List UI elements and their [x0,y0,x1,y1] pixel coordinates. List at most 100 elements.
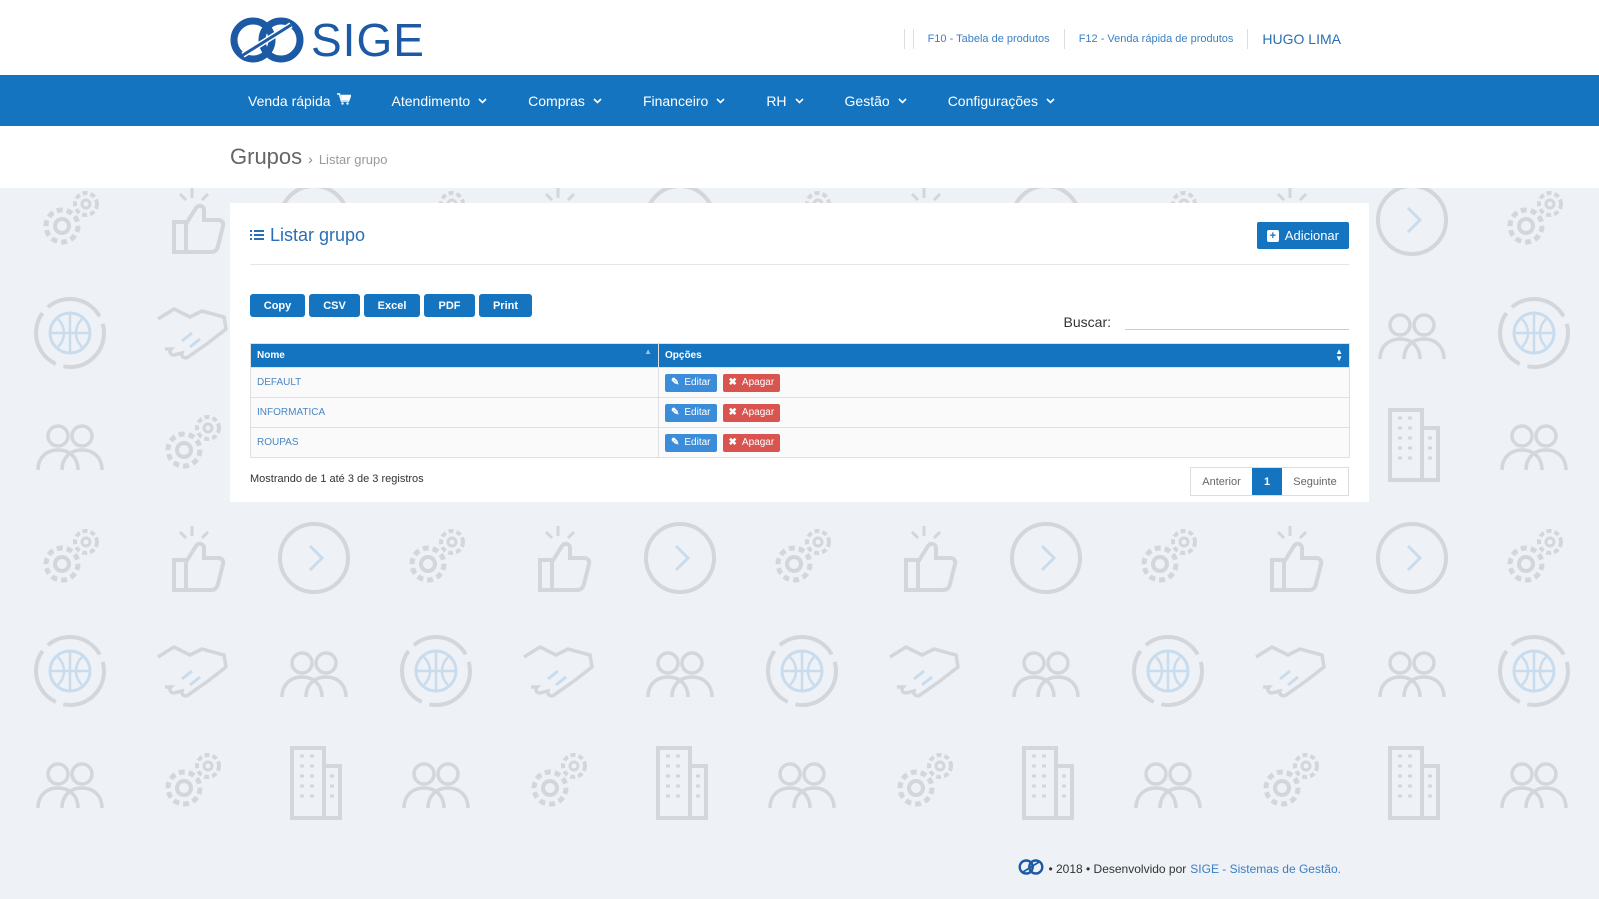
nav-item-configuracoes[interactable]: Configurações [948,93,1055,109]
page-title: Grupos [230,144,303,169]
delete-label: Apagar [741,377,775,388]
cell-nome[interactable]: INFORMATICA [250,397,659,428]
column-header-opcoes[interactable]: Opções ▲ ▼ [658,343,1350,368]
gear-bg-icon [1250,742,1330,822]
play-bg-icon [640,518,720,598]
pagination: Anterior 1 Seguinte [1190,467,1349,496]
gear-bg-icon [152,742,232,822]
nav-label: Compras [528,92,585,109]
table-row: INFORMATICA ✎ Editar ✖ Apagar [250,397,1350,428]
globe-bg-icon [30,293,110,373]
chevron-down-icon [593,96,602,106]
nav-item-compras[interactable]: Compras [528,93,602,109]
top-links: F10 - Tabela de produtos F12 - Venda ráp… [890,28,1341,50]
search-input[interactable] [1125,306,1349,330]
pagination-previous[interactable]: Anterior [1191,468,1252,495]
f10-product-table-link[interactable]: F10 - Tabela de produtos [928,33,1050,45]
chevron-down-icon [1046,96,1055,106]
plus-icon: + [1266,229,1279,242]
search-label: Buscar: [1063,314,1111,330]
copy-button[interactable]: Copy [250,294,305,317]
gear-bg-icon [30,188,110,260]
f12-quick-sale-link[interactable]: F12 - Venda rápida de produtos [1079,33,1234,45]
cell-nome[interactable]: DEFAULT [250,367,659,398]
card-title-text: Listar grupo [270,225,366,245]
breadcrumb-separator: › [308,151,313,167]
edit-button[interactable]: ✎ Editar [665,433,717,452]
csv-button[interactable]: CSV [309,294,360,317]
nav-item-rh[interactable]: RH [766,93,804,109]
building-bg-icon [1372,404,1452,484]
thumb-bg-icon [152,188,232,260]
gear-bg-icon [396,518,476,598]
edit-label: Editar [684,437,711,448]
column-header-nome[interactable]: Nome ▲ [250,343,659,368]
breadcrumb-current: Listar grupo [318,152,388,167]
divider [903,29,905,49]
nav-label: Financeiro [642,92,709,109]
hands-bg-icon [152,293,232,373]
delete-button[interactable]: ✖ Apagar [722,373,781,392]
nav-item-venda-rapida[interactable]: Venda rápida [248,92,352,109]
delete-label: Apagar [741,407,775,418]
pagination-page-1[interactable]: 1 [1252,468,1282,495]
pagination-next[interactable]: Seguinte [1282,468,1348,495]
close-icon: ✖ [728,407,737,418]
people-bg-icon [1006,631,1086,711]
excel-button[interactable]: Excel [364,294,420,317]
delete-button[interactable]: ✖ Apagar [722,433,781,452]
hands-bg-icon [152,631,232,711]
people-bg-icon [396,742,476,822]
pdf-button[interactable]: PDF [424,294,475,317]
table-info: Mostrando de 1 até 3 de 3 registros [250,473,424,485]
building-bg-icon [1372,742,1452,822]
brand-logo[interactable]: SIGE [229,15,425,65]
thumb-bg-icon [152,518,232,598]
building-bg-icon [1006,742,1086,822]
nav-item-financeiro[interactable]: Financeiro [643,93,725,109]
cell-nome[interactable]: ROUPAS [250,427,659,458]
chevron-down-icon [794,96,804,106]
pencil-icon: ✎ [671,407,680,418]
thumb-bg-icon [884,518,964,598]
nav-item-gestao[interactable]: Gestão [845,93,907,109]
delete-button[interactable]: ✖ Apagar [722,403,781,422]
nav-label: Venda rápida [248,92,331,109]
edit-label: Editar [684,377,711,388]
cell-opcoes: ✎ Editar ✖ Apagar [658,367,1350,398]
play-bg-icon [1006,518,1086,598]
gear-bg-icon [152,404,232,484]
sige-logo-icon [230,17,304,63]
nav-label: Atendimento [391,92,471,109]
globe-bg-icon [396,631,476,711]
building-bg-icon [274,742,354,822]
divider [250,264,1349,265]
main-navbar: Venda rápida Atendimento Compras Finance… [0,75,1599,126]
people-bg-icon [30,404,110,484]
table-row: DEFAULT ✎ Editar ✖ Apagar [250,367,1350,398]
footer-link[interactable]: SIGE - Sistemas de Gestão. [1190,862,1341,876]
divider [1063,29,1065,49]
hands-bg-icon [1250,631,1330,711]
people-bg-icon [274,631,354,711]
column-header-label: Opções [665,350,702,361]
edit-button[interactable]: ✎ Editar [665,373,717,392]
pencil-icon: ✎ [671,377,680,388]
user-menu[interactable]: HUGO LIMA [1262,31,1341,47]
nav-label: Configurações [947,92,1038,109]
print-button[interactable]: Print [479,294,532,317]
gear-bg-icon [30,518,110,598]
globe-bg-icon [1494,631,1574,711]
card-title: Listar grupo [250,225,365,246]
brand-name: SIGE [311,14,425,66]
people-bg-icon [1372,631,1452,711]
nav-label: Gestão [844,92,890,109]
list-icon [250,225,264,246]
add-button[interactable]: + Adicionar [1256,222,1349,249]
footer-text: • 2018 • Desenvolvido por [1048,861,1187,876]
nav-item-atendimento[interactable]: Atendimento [392,93,488,109]
people-bg-icon [1494,404,1574,484]
gear-bg-icon [762,518,842,598]
edit-button[interactable]: ✎ Editar [665,403,717,422]
people-bg-icon [640,631,720,711]
